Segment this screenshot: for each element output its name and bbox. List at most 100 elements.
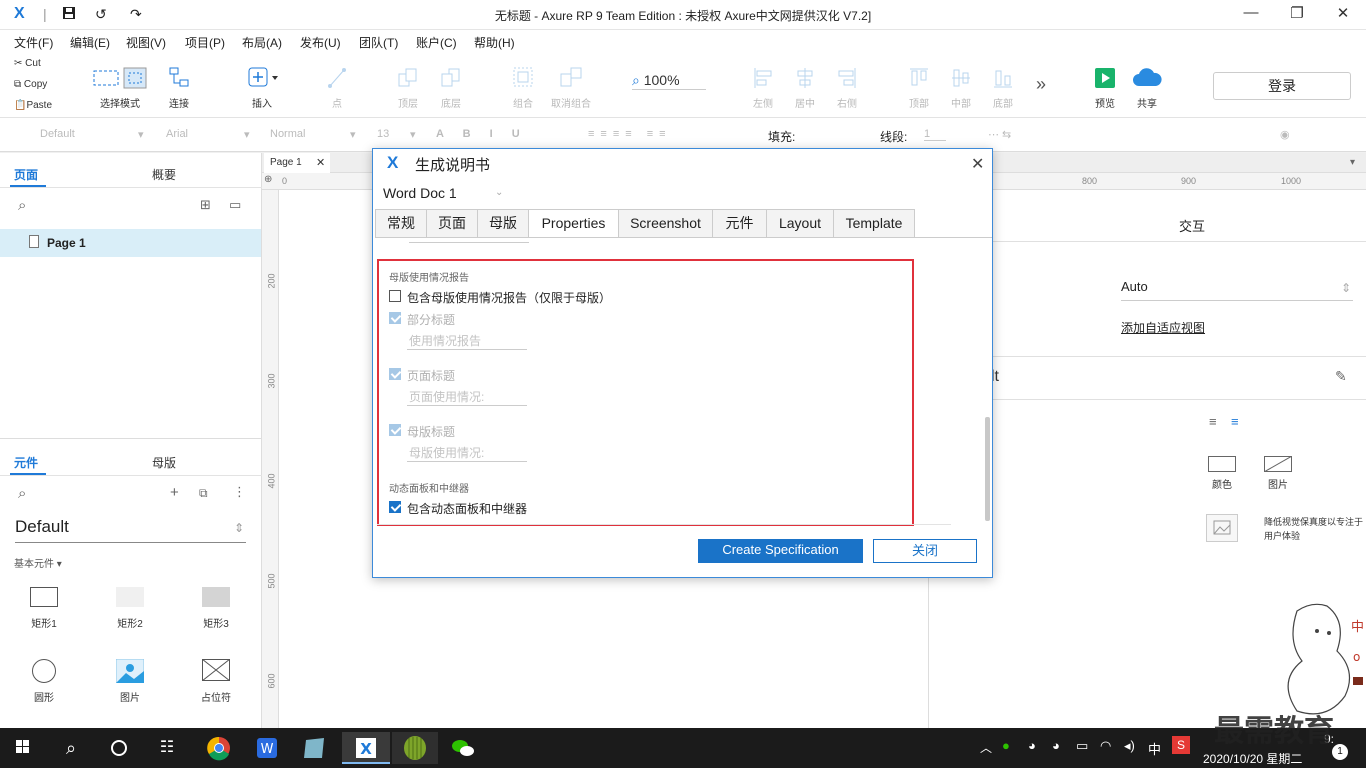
page-usage-input[interactable]: 页面使用情况: [407,388,527,406]
interactions-title[interactable]: 交互 [1179,216,1205,235]
tab-pages[interactable]: 页面 [14,166,38,183]
weight-select[interactable]: Normal [270,128,305,140]
category-label[interactable]: 基本元件 ▾ [14,555,62,570]
image-option[interactable]: 图片 [1261,455,1295,491]
menu-project[interactable]: 项目(P) [185,34,225,51]
library-select[interactable]: Default ⇕ [15,517,246,543]
widget-rectangle-2[interactable]: 矩形2 [106,585,154,630]
tab-masters[interactable]: 母版 [477,209,529,238]
close-button[interactable]: 关闭 [873,539,977,563]
group-button[interactable]: 组合 [508,66,538,110]
add-adaptive-view-link[interactable]: 添加自适应视图 [1121,319,1205,336]
tab-pages[interactable]: 页面 [426,209,478,238]
video-app-icon[interactable] [392,732,438,764]
qq-tray-icon-1[interactable]: ◕ [1028,738,1036,753]
preview-button[interactable]: 预览 [1090,66,1120,110]
widget-circle[interactable]: 圆形 [20,657,68,704]
tab-widgets[interactable]: 元件 [712,209,767,238]
align-left-icon[interactable]: ≡ [1209,414,1217,429]
login-button[interactable]: 登录 [1213,72,1351,100]
more-icon[interactable]: ⋮ [233,484,246,500]
align-center-icon[interactable]: ≡ [1231,414,1239,429]
menu-file[interactable]: 文件(F) [14,34,53,51]
wifi-icon[interactable]: ◠ [1100,738,1111,754]
create-specification-button[interactable]: Create Specification [698,539,863,563]
page-heading-checkbox[interactable] [389,368,401,380]
cortana-icon[interactable] [96,732,142,764]
start-button[interactable] [0,732,46,764]
menu-team[interactable]: 团队(T) [359,34,398,51]
include-master-checkbox[interactable] [389,290,401,302]
doc-select[interactable]: Word Doc 1 ⌄ [383,185,503,205]
color-option[interactable]: 颜色 [1205,456,1239,491]
widget-rectangle-1[interactable]: 矩形1 [20,585,68,630]
wps-writer-icon[interactable]: W [244,732,290,764]
tab-general[interactable]: 常规 [375,209,427,238]
widget-rectangle-3[interactable]: 矩形3 [192,585,240,630]
add-page-icon[interactable]: ⊞ [200,197,211,213]
adaptive-select[interactable]: Auto ⇕ [1121,279,1353,301]
tab-template[interactable]: Template [833,209,915,238]
menu-account[interactable]: 账户(C) [416,34,457,51]
search-icon[interactable]: ⌕ [48,732,94,764]
cut-button[interactable]: ✂ Cut [14,58,41,69]
page-tree-item[interactable]: Page 1 [0,229,261,257]
minimize-button[interactable]: — [1236,4,1266,21]
tab-outline[interactable]: 概要 [152,166,176,183]
paste-button[interactable]: 📋Paste [14,100,52,111]
dialog-scrollbar[interactable] [985,417,990,521]
share-button[interactable]: 共享 [1130,66,1164,110]
tab-masters[interactable]: 母版 [152,454,176,471]
connect-button[interactable]: 连接 [162,66,196,110]
volume-icon[interactable]: ◂) [1124,738,1135,754]
align-left-button[interactable]: 左侧 [748,66,778,110]
more-tools-icon[interactable]: » [1032,74,1050,95]
network-device-icon[interactable]: ▭ [1076,738,1088,754]
tab-screenshot[interactable]: Screenshot [618,209,713,238]
style-select[interactable]: Default [40,128,75,140]
tab-page-1[interactable]: Page 1 ✕ [264,153,330,173]
font-select[interactable]: Arial [166,128,188,140]
usage-report-input[interactable]: 使用情况报告 [407,332,527,350]
menu-layout[interactable]: 布局(A) [242,34,282,51]
stroke-pattern-icon[interactable]: ⋯ ⇆ [988,128,1011,141]
notification-center-icon[interactable]: 1 [1332,744,1348,760]
search-icon[interactable]: ⌕ [18,485,26,502]
include-dynamic-checkbox[interactable] [389,501,401,513]
widget-placeholder[interactable]: 占位符 [192,657,240,704]
copy-button[interactable]: ⧉ Copy [14,79,47,90]
align-middle-button[interactable]: 中部 [946,66,976,110]
insert-button[interactable]: 插入 [242,66,282,110]
align-right-button[interactable]: 右侧 [832,66,862,110]
tray-chevron-icon[interactable]: ︿ [980,739,992,756]
bring-to-front-button[interactable]: 顶层 [393,66,423,110]
close-dialog-icon[interactable]: ✕ [971,154,984,174]
ungroup-button[interactable]: 取消组合 [548,66,594,110]
close-tab-icon[interactable]: ✕ [316,156,325,169]
text-format-icons[interactable]: A B I U [436,128,528,140]
chrome-icon[interactable] [196,732,242,764]
size-select[interactable]: 13 [377,128,389,140]
section-heading-checkbox[interactable] [389,312,401,324]
zoom-select[interactable]: ⌕ 100% [632,72,706,90]
close-window-button[interactable]: ✕ [1328,4,1358,22]
notebook-app-icon[interactable] [292,732,338,764]
ime-indicator[interactable]: 中 [1148,739,1161,758]
task-view-icon[interactable]: ☷ [144,732,190,764]
maximize-button[interactable]: ❐ [1282,4,1312,22]
sogou-icon[interactable]: S [1172,736,1190,754]
tab-properties[interactable]: Properties [528,209,619,238]
stroke-width-input[interactable]: 1 [924,128,946,141]
tab-layout[interactable]: Layout [766,209,834,238]
text-align-icons[interactable]: ≡≡≡≡ ≡≡ [588,128,672,140]
master-heading-checkbox[interactable] [389,424,401,436]
menu-edit[interactable]: 编辑(E) [70,34,110,51]
select-mode-button[interactable]: 选择模式 [92,66,148,110]
add-folder-icon[interactable]: ▭ [229,197,241,213]
align-bottom-button[interactable]: 底部 [988,66,1018,110]
wechat-icon[interactable] [440,732,486,764]
send-to-back-button[interactable]: 底层 [436,66,466,110]
widget-image[interactable]: 图片 [106,657,154,704]
menu-publish[interactable]: 发布(U) [300,34,341,51]
clock-date[interactable]: 2020/10/20 星期二 [1203,750,1302,767]
